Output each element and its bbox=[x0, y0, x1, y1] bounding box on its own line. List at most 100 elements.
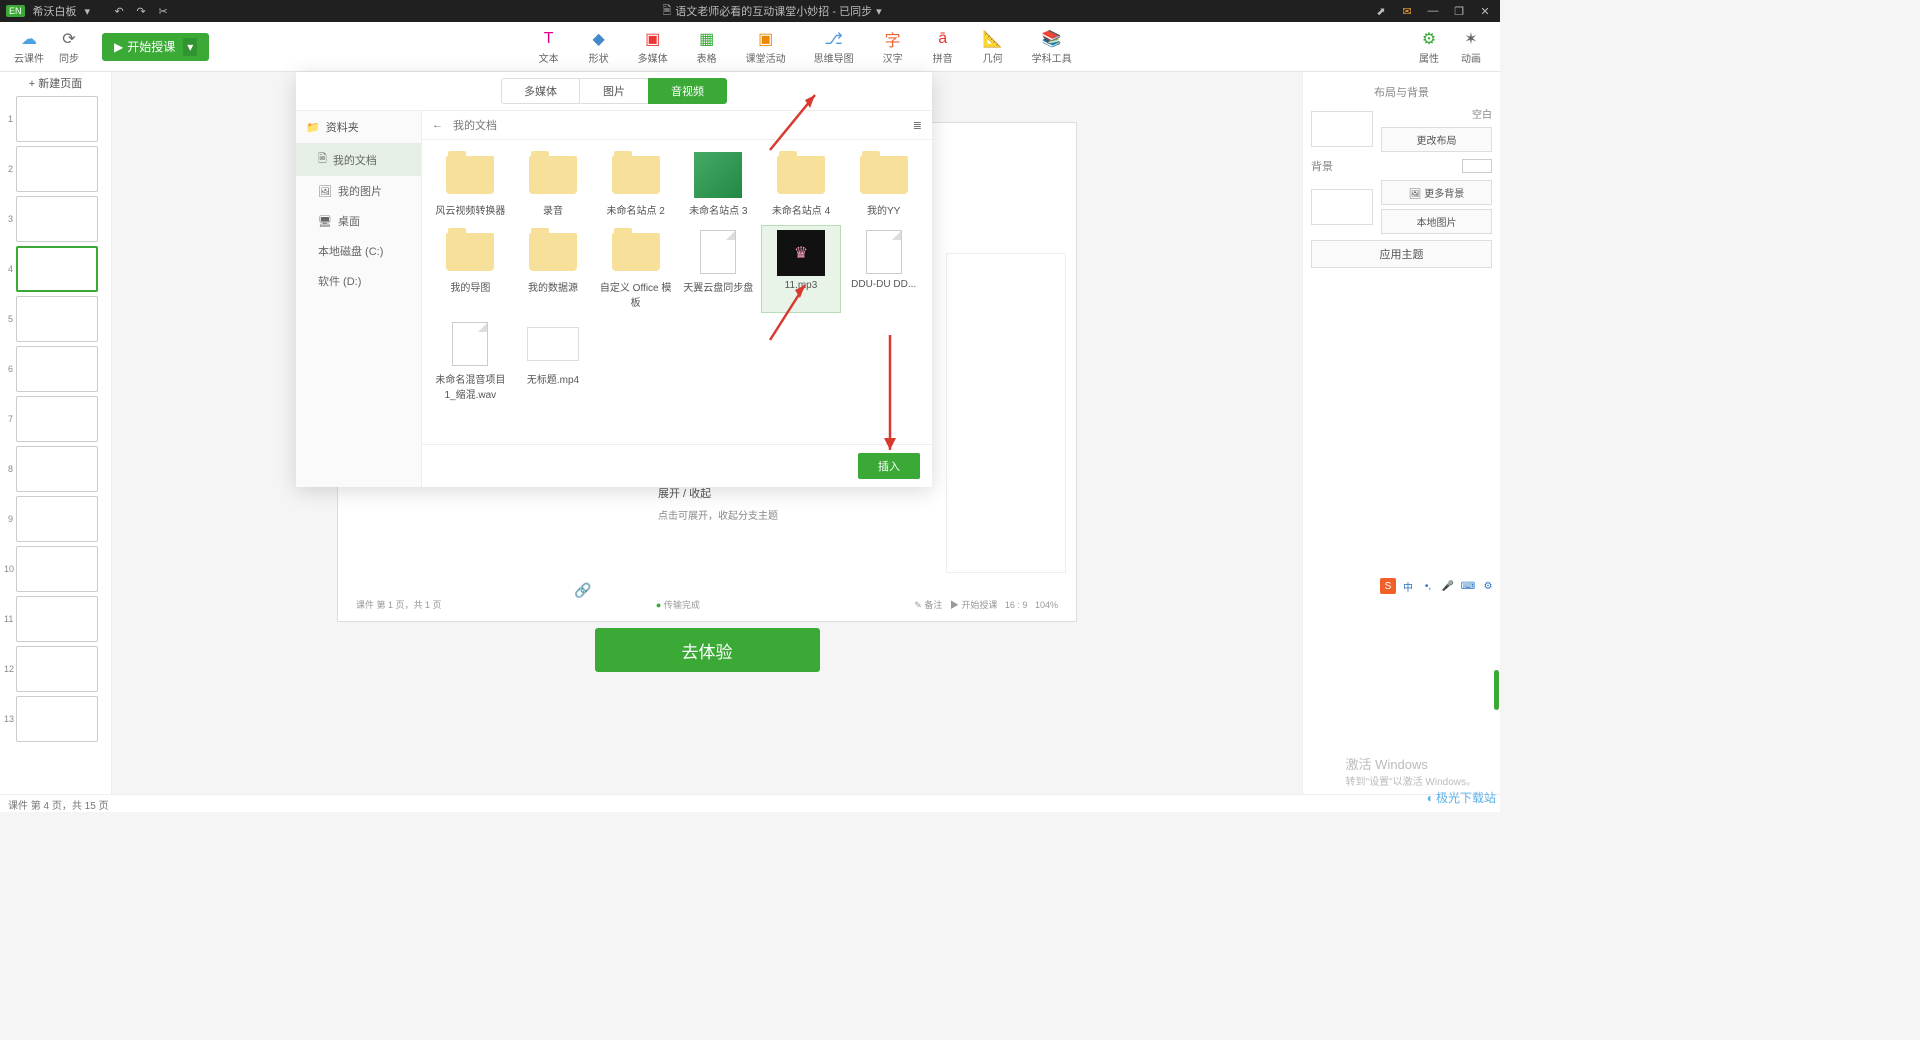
ime-keyboard-icon[interactable]: ⌨ bbox=[1460, 578, 1476, 594]
slide-thumb-8[interactable] bbox=[16, 446, 98, 492]
slide-thumb-9[interactable] bbox=[16, 496, 98, 542]
minimize-icon[interactable]: — bbox=[1426, 4, 1440, 18]
insert-button[interactable]: 插入 bbox=[858, 453, 920, 479]
start-lesson-button[interactable]: ▶开始授课▾ bbox=[102, 33, 209, 61]
file-item[interactable]: 未命名站点 3 bbox=[678, 148, 759, 221]
slide-thumb-12[interactable] bbox=[16, 646, 98, 692]
geometry-icon: 📐 bbox=[982, 28, 1004, 50]
slide-thumb-3[interactable] bbox=[16, 196, 98, 242]
file-label: 11.mp3 bbox=[785, 280, 818, 291]
file-item[interactable]: 自定义 Office 模板 bbox=[595, 225, 676, 313]
ime-settings-icon[interactable]: ⚙ bbox=[1480, 578, 1496, 594]
dialog-tabs: 多媒体 图片 音视频 bbox=[296, 72, 932, 111]
file-item[interactable]: 我的数据源 bbox=[513, 225, 594, 313]
slide-thumb-10[interactable] bbox=[16, 546, 98, 592]
sidebar-desktop[interactable]: 🖥桌面 bbox=[296, 206, 421, 236]
sync-button[interactable]: ⟳同步 bbox=[58, 28, 80, 65]
file-item[interactable]: 我的导图 bbox=[430, 225, 511, 313]
bg-color-swatch[interactable] bbox=[1462, 159, 1492, 173]
more-bg-button[interactable]: 🖼 更多背景 bbox=[1381, 180, 1492, 205]
tool-mindmap[interactable]: ⎇思维导图 bbox=[814, 28, 854, 65]
file-item[interactable]: 无标题.mp4 bbox=[513, 317, 594, 405]
doc-dropdown-icon[interactable]: ▾ bbox=[876, 5, 882, 18]
main-toolbar: ☁云课件 ⟳同步 ▶开始授课▾ T文本 ◆形状 ▣多媒体 ▦表格 ▣课堂活动 ⎇… bbox=[0, 22, 1500, 72]
start-lesson-dropdown[interactable]: ▾ bbox=[183, 38, 197, 56]
title-dropdown-icon[interactable]: ▾ bbox=[85, 5, 91, 18]
local-image-button[interactable]: 本地图片 bbox=[1381, 209, 1492, 234]
scrollbar-marker[interactable] bbox=[1494, 670, 1499, 710]
tool-activity[interactable]: ▣课堂活动 bbox=[746, 28, 786, 65]
close-icon[interactable]: ✕ bbox=[1478, 4, 1492, 18]
tool-table[interactable]: ▦表格 bbox=[696, 28, 718, 65]
share-icon[interactable]: ⬈ bbox=[1374, 4, 1388, 18]
sidebar-disk-d[interactable]: 软件 (D:) bbox=[296, 266, 421, 296]
file-item[interactable]: DDU-DU DD... bbox=[843, 225, 924, 313]
undo-icon[interactable]: ↶ bbox=[112, 4, 126, 18]
back-icon[interactable]: ← bbox=[432, 119, 443, 131]
experience-button[interactable]: 去体验 bbox=[595, 628, 820, 672]
play-small-icon[interactable]: ▶ bbox=[950, 600, 962, 610]
sidebar-my-documents[interactable]: 🗎我的文档 bbox=[296, 143, 421, 176]
file-item[interactable]: ♛11.mp3 bbox=[761, 225, 842, 313]
file-label: 未命名混音项目 1_缩混.wav bbox=[432, 371, 509, 401]
ime-mic-icon[interactable]: 🎤 bbox=[1440, 578, 1456, 594]
slide-thumb-7[interactable] bbox=[16, 396, 98, 442]
file-label: 无标题.mp4 bbox=[527, 371, 579, 386]
ime-logo-icon: S bbox=[1380, 578, 1396, 594]
desktop-icon: 🖥 bbox=[318, 215, 332, 228]
change-layout-button[interactable]: 更改布局 bbox=[1381, 127, 1492, 152]
file-item[interactable]: 未命名混音项目 1_缩混.wav bbox=[430, 317, 511, 405]
file-item[interactable]: 未命名站点 2 bbox=[595, 148, 676, 221]
slide-thumb-1[interactable] bbox=[16, 96, 98, 142]
tool-subject[interactable]: 📚学科工具 bbox=[1032, 28, 1072, 65]
ime-bar[interactable]: S 中 •, 🎤 ⌨ ⚙ bbox=[1380, 578, 1496, 594]
file-item[interactable]: 风云视频转换器 bbox=[430, 148, 511, 221]
file-item[interactable]: 我的YY bbox=[843, 148, 924, 221]
tool-text[interactable]: T文本 bbox=[538, 28, 560, 65]
tab-multimedia[interactable]: 多媒体 bbox=[501, 78, 580, 104]
ime-lang[interactable]: 中 bbox=[1400, 578, 1416, 594]
apply-theme-button[interactable]: 应用主题 bbox=[1311, 240, 1492, 268]
app-name: 希沃白板 bbox=[33, 3, 77, 19]
tab-image[interactable]: 图片 bbox=[580, 78, 648, 104]
mindmap-sub: 点击可展开，收起分支主题 bbox=[658, 507, 778, 522]
slide-thumb-6[interactable] bbox=[16, 346, 98, 392]
tool-shape[interactable]: ◆形状 bbox=[588, 28, 610, 65]
hanzi-icon: 字 bbox=[882, 28, 904, 50]
maximize-icon[interactable]: ❐ bbox=[1452, 4, 1466, 18]
tool-multimedia[interactable]: ▣多媒体 bbox=[638, 28, 668, 65]
properties-button[interactable]: ⚙属性 bbox=[1418, 28, 1440, 65]
slide-thumb-5[interactable] bbox=[16, 296, 98, 342]
link-icon[interactable]: 🔗 bbox=[574, 582, 591, 599]
tab-audiovideo[interactable]: 音视频 bbox=[648, 78, 727, 104]
sidebar-my-pictures[interactable]: 🖼我的图片 bbox=[296, 176, 421, 206]
new-slide-button[interactable]: + 新建页面 bbox=[0, 72, 111, 94]
cut-icon[interactable]: ✂ bbox=[156, 4, 170, 18]
properties-icon: ⚙ bbox=[1418, 28, 1440, 50]
cloud-courseware-button[interactable]: ☁云课件 bbox=[14, 28, 44, 65]
file-item[interactable]: 未命名站点 4 bbox=[761, 148, 842, 221]
file-label: 自定义 Office 模板 bbox=[597, 279, 674, 309]
slide-thumb-13[interactable] bbox=[16, 696, 98, 742]
file-item[interactable]: 天翼云盘同步盘 bbox=[678, 225, 759, 313]
sidebar-disk-c[interactable]: 本地磁盘 (C:) bbox=[296, 236, 421, 266]
file-item[interactable]: 录音 bbox=[513, 148, 594, 221]
tool-pinyin[interactable]: ā拼音 bbox=[932, 28, 954, 65]
layout-section-title: 布局与背景 bbox=[1311, 84, 1492, 100]
slide-thumb-11[interactable] bbox=[16, 596, 98, 642]
note-icon[interactable]: ✎ bbox=[914, 600, 924, 610]
file-label: 录音 bbox=[543, 202, 563, 217]
file-grid: 风云视频转换器录音 未命名站点 2未命名站点 3未命名站点 4我的YY 我的导图我的… bbox=[422, 140, 932, 444]
view-list-icon[interactable]: ≣ bbox=[913, 119, 922, 132]
slide-thumb-4[interactable] bbox=[16, 246, 98, 292]
file-label: 我的数据源 bbox=[528, 279, 578, 294]
mail-icon[interactable]: ✉ bbox=[1400, 4, 1414, 18]
redo-icon[interactable]: ↷ bbox=[134, 4, 148, 18]
tool-geometry[interactable]: 📐几何 bbox=[982, 28, 1004, 65]
slide-thumb-2[interactable] bbox=[16, 146, 98, 192]
title-bar: EN 希沃白板 ▾ ↶ ↷ ✂ 🗎 语文老师必看的互动课堂小妙招 - 已同步 ▾… bbox=[0, 0, 1500, 22]
bg-section-title: 背景 bbox=[1311, 158, 1492, 174]
tool-hanzi[interactable]: 字汉字 bbox=[882, 28, 904, 65]
ime-punct-icon[interactable]: •, bbox=[1420, 578, 1436, 594]
animation-button[interactable]: ✶动画 bbox=[1460, 28, 1482, 65]
